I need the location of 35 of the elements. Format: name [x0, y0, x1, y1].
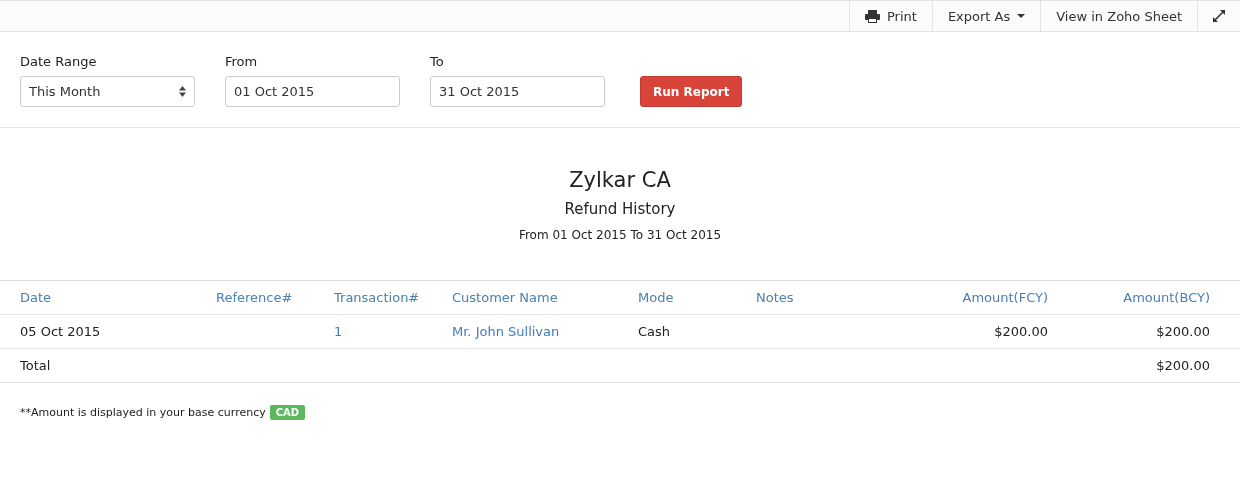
from-date-field[interactable]: 01 Oct 2015	[225, 76, 400, 107]
date-range-select[interactable]: This Month	[20, 76, 195, 107]
date-range-label: Date Range	[20, 54, 98, 69]
column-header: Date	[20, 290, 53, 305]
run-report-button[interactable]: Run Report	[640, 76, 743, 107]
table-link[interactable]: 1	[334, 324, 452, 339]
printer-icon	[865, 9, 880, 23]
caret-icon	[1017, 14, 1026, 18]
table-cell-text: Cash	[638, 324, 672, 339]
column-header: Transaction#	[334, 290, 421, 305]
total-label: Total	[20, 358, 52, 373]
report-title: Refund History	[564, 200, 676, 218]
column-header: Customer Name	[452, 290, 559, 305]
column-header: Amount(FCY)	[961, 290, 1048, 305]
column-header: Amount(BCY)	[1122, 290, 1210, 305]
table-cell-text: 05 Oct 2015	[20, 324, 102, 339]
footnote: **Amount is displayed in your base currency	[20, 406, 266, 419]
to-date-field[interactable]: 31 Oct 2015	[430, 76, 605, 107]
select-arrows-icon	[179, 86, 186, 97]
view-in-sheet-button[interactable]: View in Zoho Sheet	[1040, 1, 1197, 31]
table-cell-text: $200.00	[993, 324, 1048, 339]
column-header: Reference#	[216, 290, 294, 305]
to-label: To	[430, 54, 445, 69]
organization-name: Zylkar CA	[569, 168, 671, 192]
table-link[interactable]: Mr. John Sullivan	[452, 324, 638, 339]
column-header: Notes	[756, 290, 795, 305]
table-cell-text: $200.00	[1155, 324, 1210, 339]
column-header: Mode	[638, 290, 675, 305]
expand-icon	[1212, 9, 1226, 23]
export-as-button[interactable]: Export As	[931, 1, 1041, 31]
from-label: From	[225, 54, 259, 69]
total-amount: $200.00	[1155, 358, 1210, 373]
print-button[interactable]: Print	[849, 1, 932, 31]
report-period: From 01 Oct 2015 To 31 Oct 2015	[518, 228, 722, 242]
currency-badge: CAD	[269, 405, 306, 420]
